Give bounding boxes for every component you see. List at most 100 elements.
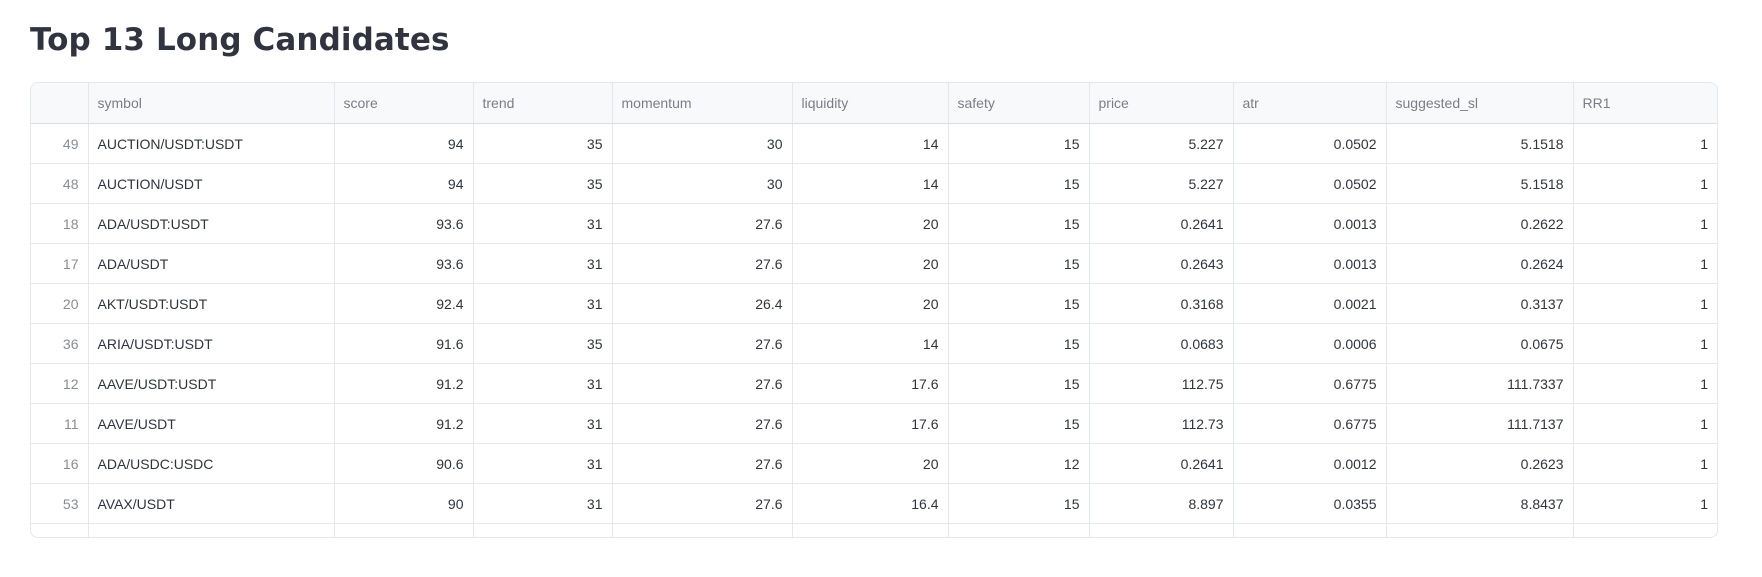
value-cell[interactable]: 27.6 — [612, 443, 793, 484]
value-cell[interactable]: 27.6 — [612, 403, 793, 444]
symbol-cell[interactable]: AUCTION/USDT — [88, 163, 335, 204]
value-cell[interactable]: 0.6775 — [1233, 403, 1387, 444]
value-cell[interactable]: 1 — [1573, 363, 1717, 404]
value-cell[interactable]: 0.0675 — [1386, 323, 1574, 364]
value-cell[interactable]: 112.75 — [1089, 363, 1234, 404]
value-cell[interactable]: 14 — [792, 123, 949, 164]
column-header-liquidity[interactable]: liquidity — [792, 83, 949, 124]
value-cell[interactable]: 35 — [473, 163, 613, 204]
candidates-table[interactable]: symbol score trend momentum liquidity safety p… — [30, 82, 1718, 538]
row-index-cell[interactable]: 12 — [31, 363, 89, 404]
table-row[interactable]: 49 AUCTION/USDT:USDT 94 35 30 14 15 5.227 0.0502… — [31, 123, 1717, 164]
symbol-cell[interactable]: ADA/USDC:USDC — [88, 443, 335, 484]
value-cell[interactable]: 30 — [612, 163, 793, 204]
value-cell[interactable]: 15 — [948, 283, 1090, 324]
value-cell[interactable]: 20 — [792, 283, 949, 324]
value-cell[interactable]: 26.4 — [612, 283, 793, 324]
value-cell[interactable]: 0.2624 — [1386, 243, 1574, 284]
column-header-index[interactable] — [31, 83, 89, 124]
value-cell[interactable]: 93.6 — [334, 243, 474, 284]
value-cell[interactable]: 31 — [473, 283, 613, 324]
table-row[interactable]: 18 ADA/USDT:USDT 93.6 31 27.6 20 15 0.2641 0.001… — [31, 203, 1717, 244]
value-cell[interactable]: 17.6 — [792, 363, 949, 404]
value-cell[interactable]: 111.7137 — [1386, 403, 1574, 444]
value-cell[interactable]: 1 — [1573, 483, 1717, 524]
value-cell[interactable]: 0.0021 — [1233, 283, 1387, 324]
value-cell[interactable]: 1 — [1573, 323, 1717, 364]
value-cell[interactable]: 31 — [473, 483, 613, 524]
value-cell[interactable]: 15 — [948, 483, 1090, 524]
value-cell[interactable]: 27.6 — [612, 203, 793, 244]
symbol-cell[interactable]: ADA/USDT — [88, 243, 335, 284]
value-cell[interactable]: 91.6 — [334, 323, 474, 364]
table-row[interactable]: 16 ADA/USDC:USDC 90.6 31 27.6 20 12 0.2641 0.001… — [31, 443, 1717, 484]
value-cell[interactable]: 27.6 — [612, 363, 793, 404]
value-cell[interactable]: 5.227 — [1089, 123, 1234, 164]
value-cell[interactable]: 1 — [1573, 283, 1717, 324]
row-index-cell[interactable]: 20 — [31, 283, 89, 324]
row-index-cell[interactable]: 49 — [31, 123, 89, 164]
value-cell[interactable]: 0.0013 — [1233, 203, 1387, 244]
value-cell[interactable]: 0.3168 — [1089, 283, 1234, 324]
value-cell[interactable]: 92.4 — [334, 283, 474, 324]
value-cell[interactable]: 15 — [948, 243, 1090, 284]
value-cell[interactable]: 27.6 — [612, 243, 793, 284]
row-index-cell[interactable]: 16 — [31, 443, 89, 484]
table-row[interactable]: 20 AKT/USDT:USDT 92.4 31 26.4 20 15 0.3168 0.002… — [31, 283, 1717, 324]
value-cell[interactable]: 17.6 — [792, 403, 949, 444]
value-cell[interactable]: 0.2641 — [1089, 203, 1234, 244]
column-header-price[interactable]: price — [1089, 83, 1234, 124]
value-cell[interactable]: 1 — [1573, 443, 1717, 484]
column-header-suggested-sl[interactable]: suggested_sl — [1386, 83, 1574, 124]
value-cell[interactable]: 0.0355 — [1233, 483, 1387, 524]
value-cell[interactable]: 0.2641 — [1089, 443, 1234, 484]
value-cell[interactable]: 20 — [792, 243, 949, 284]
symbol-cell[interactable]: AAVE/USDT — [88, 403, 335, 444]
value-cell[interactable]: 35 — [473, 323, 613, 364]
value-cell[interactable]: 31 — [473, 243, 613, 284]
value-cell[interactable]: 5.1518 — [1386, 163, 1574, 204]
table-row[interactable]: 48 AUCTION/USDT 94 35 30 14 15 5.227 0.0502 5.151… — [31, 163, 1717, 204]
value-cell[interactable]: 0.0683 — [1089, 323, 1234, 364]
row-index-cell[interactable]: 11 — [31, 403, 89, 444]
value-cell[interactable]: 91.2 — [334, 363, 474, 404]
value-cell[interactable]: 111.7337 — [1386, 363, 1574, 404]
value-cell[interactable]: 112.73 — [1089, 403, 1234, 444]
value-cell[interactable]: 20 — [792, 443, 949, 484]
value-cell[interactable]: 15 — [948, 363, 1090, 404]
value-cell[interactable]: 14 — [792, 323, 949, 364]
value-cell[interactable]: 94 — [334, 163, 474, 204]
value-cell[interactable]: 30 — [612, 123, 793, 164]
value-cell[interactable]: 15 — [948, 123, 1090, 164]
row-index-cell[interactable]: 48 — [31, 163, 89, 204]
value-cell[interactable]: 12 — [948, 443, 1090, 484]
symbol-cell[interactable]: AUCTION/USDT:USDT — [88, 123, 335, 164]
row-index-cell[interactable]: 36 — [31, 323, 89, 364]
value-cell[interactable]: 1 — [1573, 203, 1717, 244]
table-row[interactable]: 17 ADA/USDT 93.6 31 27.6 20 15 0.2643 0.0013 0.26… — [31, 243, 1717, 284]
column-header-rr1[interactable]: RR1 — [1573, 83, 1717, 124]
table-row[interactable]: 36 ARIA/USDT:USDT 91.6 35 27.6 14 15 0.0683 0.00… — [31, 323, 1717, 364]
value-cell[interactable]: 1 — [1573, 123, 1717, 164]
value-cell[interactable]: 15 — [948, 163, 1090, 204]
value-cell[interactable]: 93.6 — [334, 203, 474, 244]
symbol-cell[interactable]: ADA/USDT:USDT — [88, 203, 335, 244]
row-index-cell[interactable]: 53 — [31, 483, 89, 524]
value-cell[interactable]: 31 — [473, 363, 613, 404]
value-cell[interactable]: 0.0006 — [1233, 323, 1387, 364]
value-cell[interactable]: 0.0502 — [1233, 123, 1387, 164]
value-cell[interactable]: 91.2 — [334, 403, 474, 444]
symbol-cell[interactable]: AAVE/USDT:USDT — [88, 363, 335, 404]
value-cell[interactable]: 16.4 — [792, 483, 949, 524]
value-cell[interactable]: 0.0012 — [1233, 443, 1387, 484]
column-header-symbol[interactable]: symbol — [88, 83, 335, 124]
value-cell[interactable]: 31 — [473, 203, 613, 244]
table-row[interactable]: 12 AAVE/USDT:USDT 91.2 31 27.6 17.6 15 112.75 0.… — [31, 363, 1717, 404]
value-cell[interactable]: 0.2623 — [1386, 443, 1574, 484]
value-cell[interactable]: 20 — [792, 203, 949, 244]
value-cell[interactable]: 27.6 — [612, 323, 793, 364]
value-cell[interactable]: 0.0013 — [1233, 243, 1387, 284]
row-index-cell[interactable]: 17 — [31, 243, 89, 284]
value-cell[interactable]: 1 — [1573, 243, 1717, 284]
value-cell[interactable]: 94 — [334, 123, 474, 164]
